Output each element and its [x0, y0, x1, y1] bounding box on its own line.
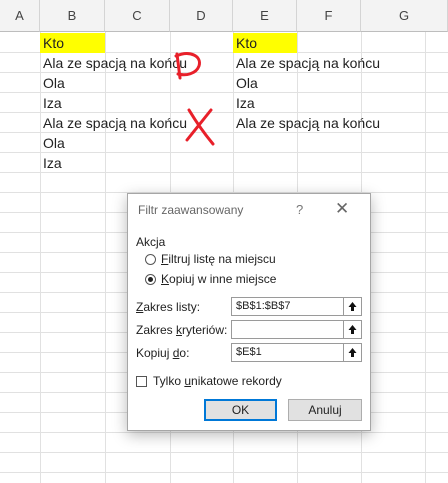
grid-line — [0, 152, 448, 153]
cell-e5[interactable]: Ala ze spacją na końcu — [233, 113, 380, 133]
list-range-label: Zakres listy: — [136, 300, 200, 314]
column-header-c[interactable]: C — [105, 0, 170, 32]
radio-filter-in-place-label[interactable]: Filtruj listę na miejscu — [161, 252, 276, 266]
advanced-filter-dialog: Filtr zaawansowany ? ✕ Akcja Filtruj lis… — [127, 193, 371, 431]
column-header-f[interactable]: F — [297, 0, 361, 32]
column-label: C — [132, 8, 142, 23]
grid-line — [0, 92, 448, 93]
list-range-collapse-button[interactable] — [343, 297, 362, 316]
cell-e1[interactable]: Kto — [233, 33, 297, 53]
column-header-e[interactable]: E — [233, 0, 297, 32]
grid-line — [0, 432, 448, 433]
unique-records-label[interactable]: Tylko unikatowe rekordy — [153, 374, 282, 388]
cell-b2[interactable]: Ala ze spacją na końcu — [40, 53, 187, 73]
label-prefix: Kopiuj — [136, 346, 173, 360]
range-select-icon — [348, 348, 357, 357]
label-prefix: Tylko — [153, 374, 185, 388]
grid-line — [0, 452, 448, 453]
column-header-a[interactable]: A — [0, 0, 40, 32]
cell-e3[interactable]: Ola — [233, 73, 258, 93]
access-key: K — [161, 272, 170, 286]
label-suffix: nikatowe rekordy — [191, 374, 282, 388]
cell-e2[interactable]: Ala ze spacją na końcu — [233, 53, 380, 73]
column-label: A — [15, 8, 24, 23]
radio-copy-to-location[interactable] — [145, 274, 156, 285]
range-select-icon — [348, 302, 357, 311]
unique-records-checkbox[interactable] — [136, 376, 147, 387]
grid-line — [105, 32, 106, 483]
grid-line — [0, 172, 448, 173]
cancel-button[interactable]: Anuluj — [288, 399, 362, 421]
column-label: D — [196, 8, 206, 23]
column-label: F — [324, 8, 333, 23]
copy-to-label: Kopiuj do: — [136, 346, 189, 360]
column-header-d[interactable]: D — [170, 0, 233, 32]
check-annotation-d — [174, 52, 201, 80]
column-label: G — [398, 8, 410, 23]
help-icon[interactable]: ? — [296, 202, 303, 217]
column-header-b[interactable]: B — [40, 0, 105, 32]
action-group-label: Akcja — [136, 235, 166, 249]
grid-line — [425, 32, 426, 483]
cell-b6[interactable]: Ola — [40, 133, 65, 153]
copy-to-input[interactable]: $E$1 — [231, 343, 344, 362]
range-select-icon — [348, 325, 357, 334]
cell-e4[interactable]: Iza — [233, 93, 255, 113]
cross-annotation-x — [185, 108, 215, 146]
cell-b4[interactable]: Iza — [40, 93, 62, 113]
dialog-title: Filtr zaawansowany — [138, 203, 244, 217]
radio-filter-in-place[interactable] — [145, 254, 156, 265]
label-suffix: akres listy: — [143, 300, 201, 314]
criteria-range-label: Zakres kryteriów: — [136, 323, 227, 337]
column-header-g[interactable]: G — [361, 0, 448, 32]
grid-line — [0, 472, 448, 473]
label-prefix: Zakres — [136, 323, 177, 337]
cell-b5[interactable]: Ala ze spacją na końcu — [40, 113, 187, 133]
label-suffix: opiuj w inne miejsce — [169, 272, 277, 286]
label-suffix: ryteriów: — [182, 323, 228, 337]
radio-copy-to-location-label[interactable]: Kopiuj w inne miejsce — [161, 272, 276, 286]
criteria-range-collapse-button[interactable] — [343, 320, 362, 339]
column-label: B — [67, 8, 77, 23]
ok-button[interactable]: OK — [204, 399, 277, 421]
criteria-range-input[interactable] — [231, 320, 344, 339]
cell-b7[interactable]: Iza — [40, 153, 62, 173]
list-range-input[interactable]: $B$1:$B$7 — [231, 297, 344, 316]
close-icon[interactable]: ✕ — [335, 199, 349, 219]
label-suffix: iltruj listę na miejscu — [168, 252, 276, 266]
column-label: E — [260, 8, 269, 23]
cell-b3[interactable]: Ola — [40, 73, 65, 93]
label-suffix: o: — [179, 346, 190, 360]
cell-b1[interactable]: Kto — [40, 33, 105, 53]
copy-to-collapse-button[interactable] — [343, 343, 362, 362]
